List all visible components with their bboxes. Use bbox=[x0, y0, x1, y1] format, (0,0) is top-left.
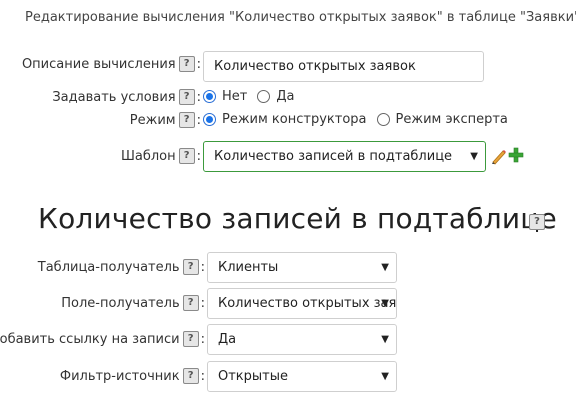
conditions-label: Задавать условия bbox=[52, 89, 176, 105]
mode-radio-expert-label[interactable]: Режим эксперта bbox=[396, 112, 508, 127]
chevron-down-icon: ▼ bbox=[381, 262, 389, 273]
help-icon[interactable]: ? bbox=[178, 148, 195, 164]
template-select[interactable]: Количество записей в подтаблице ▼ bbox=[203, 141, 486, 172]
mode-radio-expert[interactable] bbox=[376, 113, 390, 126]
help-icon[interactable]: ? bbox=[182, 331, 199, 347]
colon: : bbox=[200, 331, 205, 347]
plus-icon[interactable] bbox=[508, 147, 524, 163]
conditions-radio-yes-label[interactable]: Да bbox=[276, 89, 294, 104]
field-label-wrap: Поле-получатель?: bbox=[0, 295, 205, 315]
help-icon[interactable]: ? bbox=[178, 112, 195, 128]
source-filter-value: Открытые bbox=[218, 369, 289, 384]
pencil-icon[interactable] bbox=[490, 147, 506, 165]
section-title: Количество записей в подтаблице bbox=[38, 202, 557, 235]
description-label: Описание вычисления bbox=[21, 56, 176, 72]
mode-label-wrap: Режим?: bbox=[0, 112, 201, 132]
mode-radio-constructor[interactable] bbox=[203, 113, 216, 126]
conditions-radio-yes[interactable] bbox=[257, 90, 271, 103]
colon: : bbox=[196, 148, 201, 164]
colon: : bbox=[196, 112, 201, 128]
colon: : bbox=[200, 368, 205, 384]
help-icon[interactable]: ? bbox=[182, 259, 199, 275]
chevron-down-icon: ▼ bbox=[381, 298, 389, 309]
help-icon[interactable]: ? bbox=[178, 89, 195, 105]
colon: : bbox=[200, 259, 205, 275]
description-input[interactable]: Количество открытых заявок bbox=[203, 51, 484, 82]
template-select-value: Количество записей в подтаблице bbox=[214, 149, 453, 164]
chevron-down-icon: ▼ bbox=[470, 151, 478, 162]
conditions-label-wrap: Задавать условия?: bbox=[0, 89, 201, 109]
mode-radio-group: Режим конструктора Режим эксперта bbox=[203, 112, 518, 127]
field-label-wrap: Фильтр-источник?: bbox=[0, 368, 205, 388]
mode-radio-constructor-label[interactable]: Режим конструктора bbox=[222, 112, 367, 127]
colon: : bbox=[196, 89, 201, 105]
field-label-wrap: Добавить ссылку на записи?: bbox=[0, 331, 205, 351]
target-table-label: Таблица-получатель bbox=[37, 259, 180, 275]
add-link-select[interactable]: Да ▼ bbox=[207, 324, 397, 355]
chevron-down-icon: ▼ bbox=[381, 334, 389, 345]
field-label-wrap: Таблица-получатель?: bbox=[0, 259, 205, 279]
conditions-radio-no[interactable] bbox=[203, 90, 216, 103]
description-label-wrap: Описание вычисления?: bbox=[0, 56, 201, 76]
colon: : bbox=[200, 295, 205, 311]
source-filter-label: Фильтр-источник bbox=[59, 368, 180, 384]
mode-label: Режим bbox=[129, 112, 176, 128]
help-icon[interactable]: ? bbox=[178, 56, 195, 72]
target-table-value: Клиенты bbox=[218, 260, 279, 275]
target-field-label: Поле-получатель bbox=[61, 295, 180, 311]
target-field-value: Количество открытых зая bbox=[218, 296, 397, 311]
source-filter-select[interactable]: Открытые ▼ bbox=[207, 361, 397, 392]
target-table-select[interactable]: Клиенты ▼ bbox=[207, 252, 397, 283]
help-icon[interactable]: ? bbox=[182, 368, 199, 384]
conditions-radio-group: Нет Да bbox=[203, 89, 304, 104]
chevron-down-icon: ▼ bbox=[381, 371, 389, 382]
add-link-value: Да bbox=[218, 332, 237, 347]
page-header-title: Редактирование вычисления "Количество от… bbox=[25, 10, 576, 25]
help-icon[interactable]: ? bbox=[529, 214, 545, 230]
help-icon[interactable]: ? bbox=[182, 295, 199, 311]
colon: : bbox=[196, 56, 201, 72]
target-field-select[interactable]: Количество открытых зая ▼ bbox=[207, 288, 397, 319]
add-link-label: Добавить ссылку на записи bbox=[0, 331, 180, 347]
conditions-radio-no-label[interactable]: Нет bbox=[222, 89, 247, 104]
template-label: Шаблон bbox=[120, 148, 176, 164]
template-label-wrap: Шаблон?: bbox=[0, 148, 201, 168]
